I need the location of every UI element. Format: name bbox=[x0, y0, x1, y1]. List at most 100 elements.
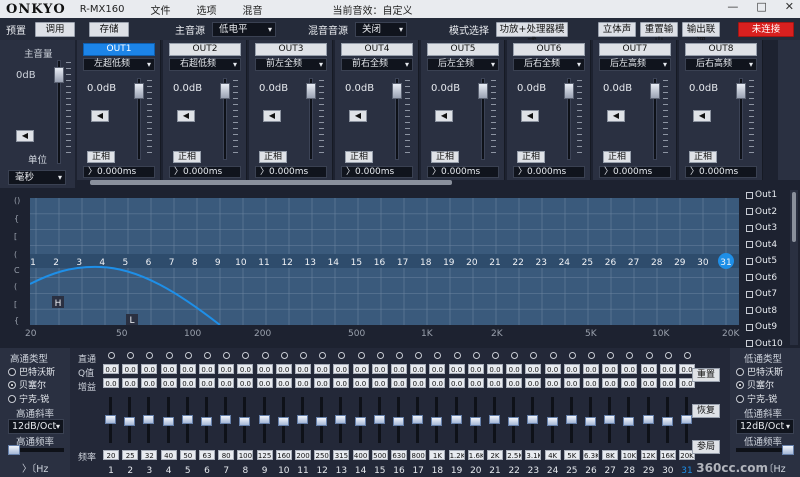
lowpass-option-butterworth[interactable]: 巴特沃斯 bbox=[736, 365, 783, 378]
eq-gain-field[interactable]: 0.0 bbox=[237, 378, 254, 388]
eq-freq-field[interactable]: 8K bbox=[602, 450, 619, 460]
eq-freq-field[interactable]: 50 bbox=[179, 450, 196, 460]
eq-q-field[interactable]: 0.0 bbox=[160, 364, 177, 374]
eq-bypass-toggle[interactable] bbox=[184, 352, 192, 359]
output-delay-field[interactable]: 〉0.000ms bbox=[685, 166, 757, 178]
eq-freq-field[interactable]: 32 bbox=[141, 450, 158, 460]
eq-gain-field[interactable]: 0.0 bbox=[199, 378, 215, 388]
eq-restore-button[interactable]: 恢复 bbox=[692, 404, 720, 418]
connect-status-button[interactable]: 未连接 bbox=[738, 21, 794, 37]
eq-bypass-toggle[interactable] bbox=[511, 352, 519, 359]
eq-gain-slider[interactable] bbox=[258, 415, 270, 424]
eq-freq-field[interactable]: 200 bbox=[295, 450, 311, 460]
unit-select[interactable]: 毫秒 bbox=[8, 170, 66, 185]
eq-q-field[interactable]: 0.0 bbox=[467, 364, 484, 374]
output-phase-button[interactable]: 正相 bbox=[431, 151, 459, 163]
eq-bypass-toggle[interactable] bbox=[300, 352, 307, 359]
eq-bypass-toggle[interactable] bbox=[204, 352, 211, 359]
eq-q-field[interactable]: 0.0 bbox=[640, 364, 657, 374]
output-select-button[interactable]: OUT3 bbox=[255, 43, 327, 56]
output-filter-select[interactable]: 前左全频 bbox=[255, 58, 327, 71]
highpass-freq-slider[interactable] bbox=[8, 445, 20, 455]
mode-select[interactable]: 功放+处理器模式 bbox=[496, 21, 568, 48]
eq-gain-field[interactable]: 0.0 bbox=[506, 378, 523, 388]
eq-q-field[interactable]: 0.0 bbox=[275, 364, 292, 374]
output-mute-icon[interactable]: ◀ bbox=[263, 110, 281, 122]
legend-checkbox[interactable] bbox=[746, 323, 753, 331]
eq-freq-field[interactable]: 4K bbox=[544, 450, 561, 460]
output-gain-slider[interactable] bbox=[392, 83, 402, 99]
eq-q-field[interactable]: 0.0 bbox=[602, 364, 619, 374]
eq-q-field[interactable]: 0.0 bbox=[122, 364, 139, 374]
lowpass-slope-select[interactable]: 12dB/Oct bbox=[736, 419, 794, 434]
eq-gain-slider[interactable] bbox=[585, 417, 596, 426]
eq-gain-field[interactable]: 0.0 bbox=[352, 378, 369, 388]
eq-bypass-toggle[interactable] bbox=[530, 352, 538, 359]
eq-bypass-toggle[interactable] bbox=[146, 352, 154, 359]
legend-checkbox[interactable] bbox=[746, 257, 753, 265]
master-volume-slider[interactable] bbox=[54, 67, 64, 83]
eq-gain-slider[interactable] bbox=[316, 417, 328, 426]
eq-gain-field[interactable]: 0.0 bbox=[275, 378, 292, 388]
eq-q-field[interactable]: 0.0 bbox=[352, 364, 369, 374]
eq-q-field[interactable]: 0.0 bbox=[179, 364, 196, 374]
output-gain-slider[interactable] bbox=[736, 83, 746, 99]
eq-gain-field[interactable]: 0.0 bbox=[583, 378, 599, 388]
legend-item[interactable]: Out10 bbox=[746, 339, 783, 349]
legend-checkbox[interactable] bbox=[746, 274, 753, 281]
minimize-icon[interactable]: — bbox=[727, 0, 738, 13]
eq-gain-slider[interactable] bbox=[489, 415, 500, 424]
eq-bypass-toggle[interactable] bbox=[165, 352, 173, 359]
output-select-button[interactable]: OUT7 bbox=[599, 43, 671, 56]
close-icon[interactable]: ✕ bbox=[785, 0, 794, 13]
eq-bypass-toggle[interactable] bbox=[664, 352, 672, 359]
eq-gain-field[interactable]: 0.0 bbox=[371, 378, 388, 388]
eq-freq-field[interactable]: 63 bbox=[199, 450, 215, 460]
eq-bypass-toggle[interactable] bbox=[376, 352, 384, 359]
output-phase-button[interactable]: 正相 bbox=[689, 151, 717, 163]
eq-bypass-toggle[interactable] bbox=[626, 352, 634, 359]
eq-freq-field[interactable]: 1.2K bbox=[448, 450, 465, 460]
output-gain-slider[interactable] bbox=[306, 83, 316, 99]
eq-gain-slider[interactable] bbox=[681, 415, 692, 424]
eq-gain-slider[interactable] bbox=[393, 417, 404, 426]
eq-q-field[interactable]: 0.0 bbox=[333, 364, 350, 374]
eq-gain-slider[interactable] bbox=[508, 417, 520, 426]
eq-bypass-toggle[interactable] bbox=[568, 352, 576, 359]
legend-item[interactable]: Out5 bbox=[746, 256, 777, 266]
eq-gain-slider[interactable] bbox=[604, 415, 616, 424]
legend-item[interactable]: Out3 bbox=[746, 223, 777, 233]
output-filter-select[interactable]: 后右全频 bbox=[513, 58, 585, 71]
eq-gain-slider[interactable] bbox=[431, 417, 443, 426]
output-delay-field[interactable]: 〉0.000ms bbox=[513, 166, 585, 178]
eq-gain-field[interactable]: 0.0 bbox=[391, 378, 407, 388]
eq-q-field[interactable]: 0.0 bbox=[487, 364, 503, 374]
save-button[interactable]: 存储 bbox=[89, 21, 129, 37]
output-select-button[interactable]: OUT6 bbox=[513, 43, 585, 56]
output-phase-button[interactable]: 正相 bbox=[87, 151, 115, 163]
eq-freq-field[interactable]: 25 bbox=[122, 450, 139, 460]
output-phase-button[interactable]: 正相 bbox=[517, 151, 545, 163]
eq-gain-field[interactable]: 0.0 bbox=[525, 378, 542, 388]
eq-gain-slider[interactable] bbox=[277, 417, 289, 426]
eq-gain-slider[interactable] bbox=[546, 417, 558, 426]
eq-gain-field[interactable]: 0.0 bbox=[448, 378, 465, 388]
call-button[interactable]: 调用 bbox=[35, 21, 75, 37]
output-filter-select[interactable]: 后左高频 bbox=[599, 58, 671, 71]
output-mute-icon[interactable]: ◀ bbox=[177, 110, 195, 122]
eq-gain-field[interactable]: 0.0 bbox=[295, 378, 311, 388]
eq-gain-slider[interactable] bbox=[450, 415, 462, 424]
eq-gain-field[interactable]: 0.0 bbox=[487, 378, 503, 388]
eq-q-field[interactable]: 0.0 bbox=[506, 364, 523, 374]
eq-bypass-toggle[interactable] bbox=[396, 352, 403, 359]
eq-gain-field[interactable]: 0.0 bbox=[314, 378, 331, 388]
eq-gain-slider[interactable] bbox=[565, 415, 577, 424]
eq-freq-field[interactable]: 10K bbox=[621, 450, 638, 460]
eq-freq-field[interactable]: 12K bbox=[640, 450, 657, 460]
eq-bypass-toggle[interactable] bbox=[319, 352, 327, 359]
eq-q-field[interactable]: 0.0 bbox=[429, 364, 446, 374]
highpass-slope-select[interactable]: 12dB/Oct bbox=[8, 419, 64, 434]
eq-freq-field[interactable]: 1.6K bbox=[467, 450, 484, 460]
eq-q-field[interactable]: 0.0 bbox=[659, 364, 676, 374]
output-filter-select[interactable]: 后左全频 bbox=[427, 58, 499, 71]
